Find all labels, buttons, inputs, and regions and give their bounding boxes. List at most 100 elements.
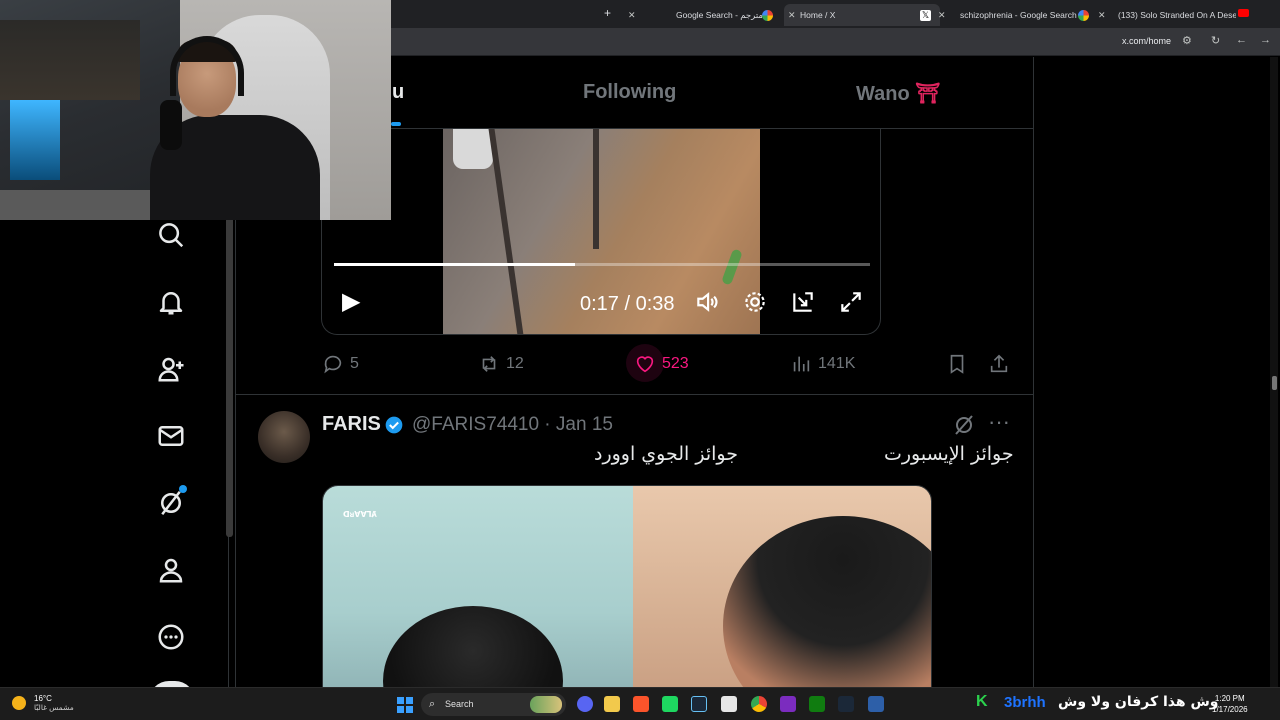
scrollbar-thumb[interactable] <box>1272 376 1277 390</box>
youtube-icon <box>1238 9 1249 17</box>
app-icon[interactable] <box>662 696 678 712</box>
reply-button[interactable]: 5 <box>322 353 359 375</box>
tab-google-translate[interactable]: ✕ Google Search - مترجم <box>624 4 782 26</box>
bookmark-button[interactable] <box>946 353 974 375</box>
xbox-icon[interactable] <box>809 696 825 712</box>
screen: + ✕ Google Search - مترجم ✕ Home / X 𝕏 ✕… <box>0 0 1280 720</box>
sun-icon <box>12 696 26 710</box>
media-subject <box>723 516 931 694</box>
site-settings-icon[interactable]: ⚙ <box>1182 34 1192 47</box>
column-divider <box>1033 57 1034 687</box>
nav-follow[interactable] <box>153 351 189 387</box>
discord-icon[interactable] <box>577 696 593 712</box>
heart-icon <box>636 356 654 373</box>
stream-caption: وش هذا كرفان ولا وش <box>1058 694 1219 710</box>
nav-grok[interactable] <box>153 485 189 521</box>
nav-profile[interactable] <box>153 552 189 588</box>
reply-count: 5 <box>350 355 359 372</box>
tweet-actions: 5 12 523 141K <box>236 335 1033 395</box>
tab-title: Google Search - مترجم <box>676 9 763 20</box>
start-tile <box>406 697 413 704</box>
x-icon: 𝕏 <box>920 9 931 21</box>
close-icon[interactable]: ✕ <box>788 10 796 21</box>
tweet[interactable]: FARIS @FARIS74410 · Jan 15 ··· جوائز الإ… <box>236 395 1033 695</box>
bookmark-icon <box>950 354 964 374</box>
mail-icon <box>158 426 184 446</box>
video-object <box>453 129 493 169</box>
video-progress-bar[interactable] <box>334 263 870 266</box>
tab-title: schizophrenia - Google Search <box>960 10 1077 20</box>
share-button[interactable] <box>988 353 1016 375</box>
windows-taskbar: 16°C مشمس غالبًا ⌕ Search K 3brhh وش هذا… <box>0 687 1280 720</box>
tab-following[interactable]: Following <box>583 81 676 104</box>
tab-youtube[interactable]: ✕ (133) Solo Stranded On A Dese <box>1098 4 1256 26</box>
video-player[interactable]: ▶ 0:17 / 0:38 <box>321 129 881 335</box>
pip-icon[interactable] <box>790 289 816 320</box>
weather-widget[interactable]: 16°C مشمس غالبًا <box>12 694 74 712</box>
clock-date: 1/17/2026 <box>1212 705 1248 714</box>
video-object <box>721 248 743 286</box>
verified-badge-icon <box>385 416 403 434</box>
page-scrollbar[interactable] <box>1270 57 1278 687</box>
forward-icon[interactable]: → <box>1260 34 1271 46</box>
video-progress-fill <box>334 263 576 266</box>
steam-icon[interactable] <box>691 696 707 712</box>
google-icon <box>1078 9 1089 21</box>
volume-icon[interactable] <box>694 289 720 320</box>
avatar[interactable] <box>258 411 310 463</box>
nav-explore[interactable] <box>153 217 189 253</box>
like-button[interactable]: 523 <box>626 344 689 382</box>
views-icon <box>793 356 810 372</box>
new-tab-button[interactable]: + <box>604 6 611 20</box>
user-name[interactable]: FARIS <box>322 413 381 436</box>
user-handle-date[interactable]: @FARIS74410 · Jan 15 <box>412 414 613 436</box>
views-button[interactable]: 141K <box>790 353 855 375</box>
more-icon[interactable]: ··· <box>988 409 1010 435</box>
close-icon[interactable]: ✕ <box>628 10 636 21</box>
tab-home-x[interactable]: ✕ Home / X 𝕏 <box>784 4 940 26</box>
brave-icon[interactable] <box>633 696 649 712</box>
video-object <box>593 129 599 249</box>
tweet-text-line-2: جوائز الجوي اوورد <box>594 443 738 465</box>
address-bar[interactable]: x.com/home <box>1122 36 1171 46</box>
torii-icon: ⛩ <box>915 83 941 105</box>
search-highlight-image <box>530 696 562 713</box>
clock[interactable]: 1:20 PM 1/17/2026 <box>1212 693 1248 715</box>
tab-wano[interactable]: Wano ⛩ <box>856 81 941 106</box>
repost-count: 12 <box>506 355 524 372</box>
play-icon[interactable]: ▶ <box>342 287 360 316</box>
nav-messages[interactable] <box>153 418 189 454</box>
more-circle-icon <box>158 624 184 650</box>
start-tile <box>406 706 413 713</box>
bell-icon <box>159 292 183 315</box>
next-app-icon[interactable] <box>780 696 796 712</box>
back-icon[interactable]: ← <box>1236 34 1247 46</box>
tab-schizophrenia-search[interactable]: ✕ schizophrenia - Google Search <box>938 4 1098 26</box>
repost-icon <box>482 356 496 372</box>
tab-for-you[interactable]: u <box>392 81 404 104</box>
notification-dot <box>179 485 187 493</box>
app-icon[interactable] <box>721 696 737 712</box>
share-icon <box>990 354 1008 373</box>
settings-icon[interactable] <box>742 289 768 320</box>
taskbar-search[interactable]: ⌕ Search <box>421 693 566 716</box>
repost-button[interactable]: 12 <box>478 353 524 375</box>
webcam-scene <box>10 100 60 180</box>
sidebar-scrollbar[interactable] <box>226 217 233 537</box>
nav-more[interactable] <box>153 619 189 655</box>
chrome-icon[interactable] <box>751 696 767 712</box>
fullscreen-icon[interactable] <box>838 289 864 320</box>
start-button[interactable] <box>397 697 413 713</box>
media-watermark: ᗡᴚꓯⱯ⅂Ⱥ <box>343 510 377 519</box>
grok-icon[interactable] <box>952 413 976 443</box>
weather-desc: مشمس غالبًا <box>34 703 74 712</box>
steam-icon[interactable] <box>838 696 854 712</box>
nav-notifications[interactable] <box>153 284 189 320</box>
media-image-right <box>633 486 931 694</box>
tweet-media[interactable]: ᗡᴚꓯⱯ⅂Ⱥ <box>322 485 932 695</box>
close-icon[interactable]: ✕ <box>938 10 946 21</box>
app-icon[interactable] <box>868 696 884 712</box>
reload-icon[interactable]: ↻ <box>1211 34 1220 47</box>
close-icon[interactable]: ✕ <box>1098 10 1106 21</box>
file-explorer-icon[interactable] <box>604 696 620 712</box>
